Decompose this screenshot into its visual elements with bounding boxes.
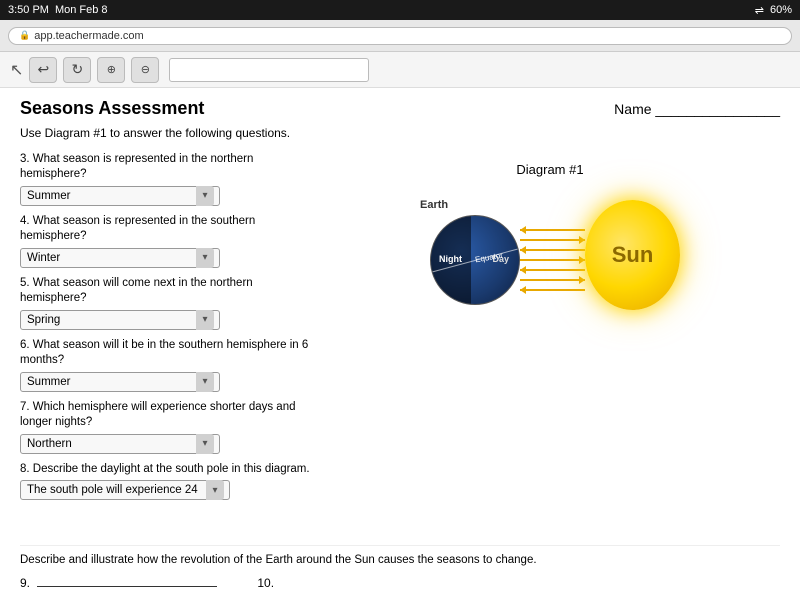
content-area: 3. What season is represented in the nor…	[20, 152, 780, 537]
zoom-out-button[interactable]: ⊖	[131, 57, 159, 83]
arrow-4	[520, 256, 585, 264]
arrow-5	[520, 266, 585, 274]
sun-object: Sun	[585, 200, 680, 310]
zoom-in-button[interactable]: ⊕	[97, 57, 125, 83]
q9-number: 9.	[20, 576, 33, 590]
name-underline: ________________	[655, 101, 780, 117]
q9-line	[37, 586, 217, 587]
q10-number: 10.	[257, 576, 274, 590]
question-8: 8. Describe the daylight at the south po…	[20, 462, 310, 501]
page-title: Seasons Assessment	[20, 98, 204, 119]
bottom-text: Describe and illustrate how the revoluti…	[20, 545, 780, 568]
question-6-text: 6. What season will it be in the souther…	[20, 338, 310, 369]
browser-bar: 🔒 app.teachermade.com	[0, 20, 800, 52]
cursor-icon: ↖	[10, 60, 23, 80]
sun-label: Sun	[612, 242, 654, 268]
question-7: 7. Which hemisphere will experience shor…	[20, 400, 310, 454]
battery-display: 60%	[770, 4, 792, 16]
status-bar: 3:50 PM Mon Feb 8 ⇌ 60%	[0, 0, 800, 20]
q5-select[interactable]: Summer Winter Spring Fall	[20, 310, 220, 330]
q7-select-wrapper: Northern Southern ▾	[20, 434, 220, 454]
arrows-container	[520, 225, 585, 295]
q3-select[interactable]: Summer Winter Spring Fall	[20, 186, 220, 206]
arrow-3	[520, 246, 585, 254]
question-4-text: 4. What season is represented in the sou…	[20, 214, 310, 245]
question-5-text: 5. What season will come next in the nor…	[20, 276, 310, 307]
question-7-text: 7. Which hemisphere will experience shor…	[20, 400, 310, 431]
q4-select-wrapper: Summer Winter Spring Fall ▾	[20, 248, 220, 268]
redo-button[interactable]: ↻	[63, 57, 91, 83]
q7-select[interactable]: Northern Southern	[20, 434, 220, 454]
main-content: Seasons Assessment Name ________________…	[0, 88, 800, 600]
lock-icon: 🔒	[19, 30, 30, 41]
diagram-container: Earth Night Day Equator	[420, 185, 680, 365]
toolbar-spacer	[169, 58, 369, 82]
earth-label: Earth	[420, 199, 448, 211]
arrow-7	[520, 286, 585, 294]
bottom-questions: 9. 10.	[20, 576, 780, 590]
q5-select-wrapper: Summer Winter Spring Fall ▾	[20, 310, 220, 330]
arrow-6	[520, 276, 585, 284]
diagram-title: Diagram #1	[516, 162, 583, 177]
page-header: Seasons Assessment Name ________________	[20, 98, 780, 119]
q3-select-wrapper: Summer Winter Spring Fall ▾	[20, 186, 220, 206]
q8-select-wrapper: The south pole will experience 24 The so…	[20, 480, 230, 500]
toolbar: ↖ ↩ ↻ ⊕ ⊖	[0, 52, 800, 88]
status-bar-left: 3:50 PM Mon Feb 8	[8, 4, 108, 16]
q8-select[interactable]: The south pole will experience 24 The so…	[20, 480, 230, 500]
url-text: app.teachermade.com	[34, 30, 143, 42]
question-3-text: 3. What season is represented in the nor…	[20, 152, 310, 183]
instructions: Use Diagram #1 to answer the following q…	[20, 125, 780, 142]
q6-select-wrapper: Summer Winter Spring Fall ▾	[20, 372, 220, 392]
question-5: 5. What season will come next in the nor…	[20, 276, 310, 330]
name-label: Name	[614, 101, 651, 117]
q3-number: 3.	[20, 153, 33, 165]
q6-select[interactable]: Summer Winter Spring Fall	[20, 372, 220, 392]
earth-globe: Night Day Equator	[430, 215, 520, 305]
url-bar[interactable]: 🔒 app.teachermade.com	[8, 27, 792, 45]
wifi-icon: ⇌	[755, 4, 764, 17]
bottom-instructions: Describe and illustrate how the revoluti…	[20, 554, 537, 566]
date-display: Mon Feb 8	[55, 4, 108, 16]
time-display: 3:50 PM	[8, 4, 49, 16]
undo-button[interactable]: ↩	[29, 57, 57, 83]
name-area: Name ________________	[614, 101, 780, 117]
questions-column: 3. What season is represented in the nor…	[20, 152, 310, 537]
night-label: Night	[439, 254, 462, 264]
q4-select[interactable]: Summer Winter Spring Fall	[20, 248, 220, 268]
question-3: 3. What season is represented in the nor…	[20, 152, 310, 206]
diagram-column: Diagram #1 Earth Night Day Equator	[320, 152, 780, 537]
arrow-2	[520, 236, 585, 244]
bottom-question-10: 10.	[257, 576, 274, 590]
arrow-1	[520, 226, 585, 234]
question-4: 4. What season is represented in the sou…	[20, 214, 310, 268]
question-8-text: 8. Describe the daylight at the south po…	[20, 462, 310, 478]
question-6: 6. What season will it be in the souther…	[20, 338, 310, 392]
status-bar-right: ⇌ 60%	[755, 4, 792, 17]
bottom-question-9: 9.	[20, 576, 217, 590]
